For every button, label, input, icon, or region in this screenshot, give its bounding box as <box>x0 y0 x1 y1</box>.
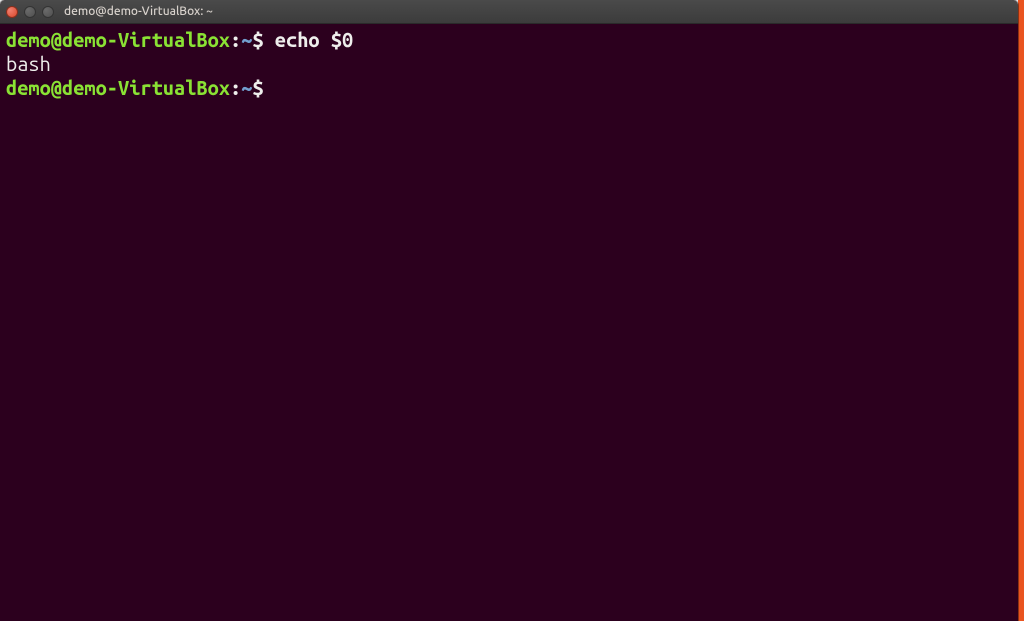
prompt-user-host: demo@demo-VirtualBox <box>6 28 230 51</box>
prompt-dollar: $ <box>252 28 263 51</box>
close-icon[interactable] <box>6 6 18 18</box>
window-controls <box>6 6 54 18</box>
prompt-separator: : <box>230 28 241 51</box>
terminal-window: demo@demo-VirtualBox: ~ demo@demo-Virtua… <box>0 0 1018 621</box>
maximize-icon[interactable] <box>42 6 54 18</box>
desktop-right-edge <box>1018 0 1024 621</box>
output-text: bash <box>6 52 51 75</box>
terminal-line: demo@demo-VirtualBox:~$ echo $0 <box>6 28 1012 52</box>
prompt-separator: : <box>230 76 241 99</box>
terminal-line: demo@demo-VirtualBox:~$ <box>6 76 1012 100</box>
terminal-body[interactable]: demo@demo-VirtualBox:~$ echo $0bashdemo@… <box>0 24 1018 621</box>
command-text: echo $0 <box>264 28 354 51</box>
terminal-line: bash <box>6 52 1012 76</box>
prompt-dollar: $ <box>252 76 263 99</box>
window-titlebar[interactable]: demo@demo-VirtualBox: ~ <box>0 0 1018 24</box>
prompt-user-host: demo@demo-VirtualBox <box>6 76 230 99</box>
prompt-path: ~ <box>241 76 252 99</box>
prompt-path: ~ <box>241 28 252 51</box>
window-title: demo@demo-VirtualBox: ~ <box>64 5 213 18</box>
minimize-icon[interactable] <box>24 6 36 18</box>
